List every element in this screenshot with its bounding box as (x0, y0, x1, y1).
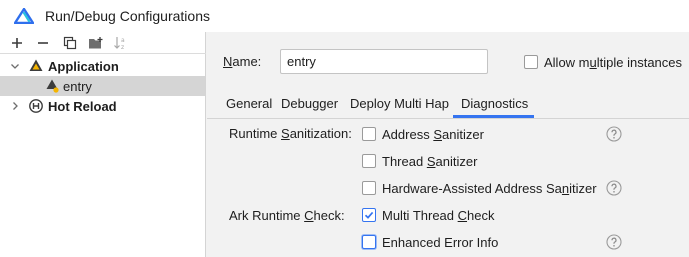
sidebar-toolbar: a z (0, 32, 206, 54)
label-part: Address (382, 127, 434, 142)
application-icon (29, 59, 43, 71)
add-configuration-button[interactable] (9, 35, 25, 51)
label-part: anitizer (435, 154, 478, 169)
tab-deploy-multi-hap[interactable]: Deploy Multi Hap (350, 94, 449, 118)
label-part: heck (467, 208, 495, 223)
name-label-mnemonic: N (223, 54, 233, 69)
label-part: ltiple instances (596, 55, 683, 70)
chevron-right-icon[interactable] (9, 100, 21, 112)
checkmark-icon (364, 211, 374, 219)
tab-debugger[interactable]: Debugger (281, 94, 338, 118)
label-mnemonic: C (457, 208, 468, 223)
label-mnemonic: S (433, 127, 442, 142)
help-icon[interactable] (606, 126, 622, 142)
hwasan-label[interactable]: Hardware-Assisted Address Sanitizer (382, 181, 597, 196)
remove-configuration-button[interactable] (35, 35, 51, 51)
copy-icon (63, 36, 77, 50)
thread-sanitizer-label[interactable]: Thread Sanitizer (382, 154, 477, 169)
entry-module-icon (46, 79, 59, 93)
configurations-sidebar: a z Application entry Hot Reload (0, 32, 206, 257)
label-mnemonic: u (589, 55, 597, 70)
label-part: itizer (569, 181, 597, 196)
label-part: Hardware-Assisted Address Sa (382, 181, 562, 196)
tree-item-application[interactable]: Application (0, 56, 205, 76)
name-label: Name: (223, 54, 261, 69)
label-part: Runtime (229, 126, 282, 141)
sort-icon: a z (114, 37, 125, 50)
address-sanitizer-label[interactable]: Address Sanitizer (382, 127, 484, 142)
thread-sanitizer-checkbox[interactable] (362, 154, 376, 168)
sort-configurations-button[interactable]: a z (113, 35, 129, 51)
hot-reload-icon (29, 99, 43, 113)
tab-general[interactable]: General (226, 94, 272, 118)
hwasan-checkbox[interactable] (362, 181, 376, 195)
help-icon[interactable] (606, 234, 622, 250)
allow-multiple-instances-checkbox[interactable] (524, 55, 538, 69)
plus-icon (12, 38, 22, 48)
multi-thread-check-label[interactable]: Multi Thread Check (382, 208, 495, 223)
title-bar: Run/Debug Configurations (0, 0, 689, 32)
label-part: Allow m (544, 55, 590, 70)
tab-diagnostics[interactable]: Diagnostics (453, 94, 535, 118)
name-input[interactable] (280, 49, 488, 74)
help-icon[interactable] (606, 180, 622, 196)
folder-add-icon (89, 37, 103, 49)
move-to-folder-button[interactable] (88, 35, 104, 51)
label-part: Ark Runtime (229, 208, 305, 223)
enhanced-error-info-label[interactable]: Enhanced Error Info (382, 235, 498, 250)
svg-text:a: a (121, 37, 125, 44)
label-mnemonic: S (281, 126, 290, 141)
minus-icon (38, 42, 48, 44)
app-logo-icon (14, 8, 34, 24)
address-sanitizer-checkbox[interactable] (362, 127, 376, 141)
label-part: anitizer (441, 127, 484, 142)
svg-text:z: z (121, 44, 124, 50)
tab-divider (207, 118, 689, 119)
tree-item-entry[interactable]: entry (0, 76, 205, 96)
label-part: Multi Thread (382, 208, 458, 223)
tree-item-label: entry (63, 79, 92, 94)
copy-configuration-button[interactable] (62, 35, 78, 51)
configuration-editor: Name: Allow multiple instances General D… (207, 32, 689, 257)
enhanced-error-info-checkbox[interactable] (362, 235, 376, 249)
multi-thread-check-checkbox[interactable] (362, 208, 376, 222)
chevron-down-icon[interactable] (9, 60, 21, 72)
window-title: Run/Debug Configurations (45, 8, 210, 24)
name-label-text: ame: (232, 54, 262, 69)
tree-item-label: Hot Reload (48, 99, 117, 114)
tree-item-label: Application (48, 59, 119, 74)
tree-item-hot-reload[interactable]: Hot Reload (0, 96, 205, 116)
label-part: anitization: (289, 126, 352, 141)
label-mnemonic: C (304, 208, 314, 223)
label-part: heck: (313, 208, 345, 223)
ark-runtime-check-label: Ark Runtime Check: (229, 208, 345, 223)
runtime-sanitization-label: Runtime Sanitization: (229, 126, 352, 141)
tab-bar: General Debugger Deploy Multi Hap Diagno… (207, 90, 689, 118)
allow-multiple-instances-label[interactable]: Allow multiple instances (544, 55, 682, 70)
label-part: Thread (382, 154, 427, 169)
